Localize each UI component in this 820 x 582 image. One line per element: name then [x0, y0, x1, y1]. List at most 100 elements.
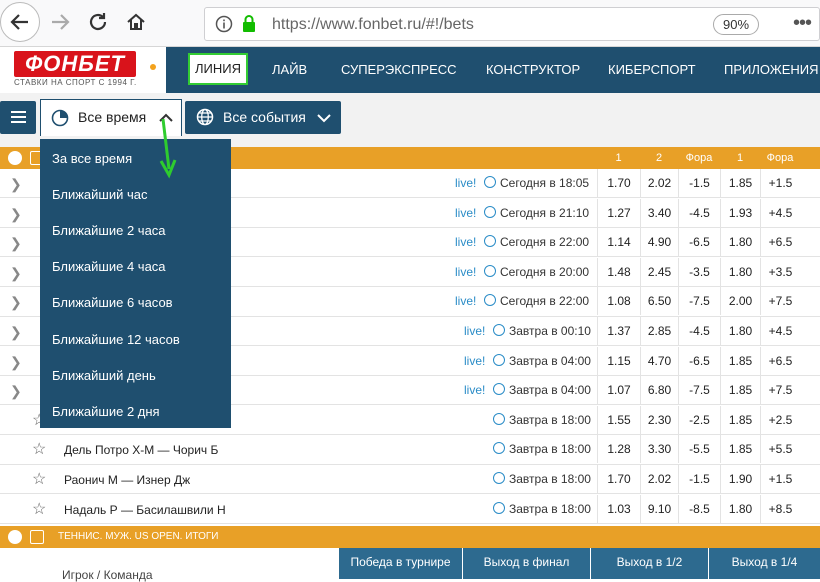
- chevron-right-icon[interactable]: ❯: [10, 265, 22, 282]
- address-bar[interactable]: https://www.fonbet.ru/#!/bets 90% •••: [204, 7, 820, 41]
- nav-live[interactable]: ЛАЙВ: [272, 47, 307, 93]
- odds-cell[interactable]: 6.50: [640, 287, 678, 316]
- star-icon[interactable]: ☆: [32, 499, 46, 519]
- nav-superexpress[interactable]: СУПЕРЭКСПРЕСС: [341, 47, 457, 93]
- odds-cell[interactable]: 2.02: [640, 465, 678, 493]
- odds-cell[interactable]: 4.70: [640, 346, 678, 375]
- odds-cell[interactable]: -1.5: [678, 169, 720, 197]
- odds-cell[interactable]: 4.90: [640, 228, 678, 257]
- odds-cell[interactable]: -1.5: [678, 465, 720, 493]
- odds-cell[interactable]: -8.5: [678, 494, 720, 523]
- odds-cell[interactable]: -3.5: [678, 257, 720, 286]
- odds-cell[interactable]: -5.5: [678, 435, 720, 464]
- event-name[interactable]: Надаль Р — Басилашвили Н: [64, 503, 226, 517]
- odds-cell[interactable]: 1.80: [720, 317, 760, 345]
- odds-cell[interactable]: 1.07: [597, 376, 640, 405]
- odds-cell[interactable]: 2.02: [640, 169, 678, 197]
- odds-cell[interactable]: 1.08: [597, 287, 640, 316]
- time-option-12h[interactable]: Ближайшие 12 часов: [52, 332, 180, 347]
- nav-apps[interactable]: ПРИЛОЖЕНИЯ: [724, 47, 819, 93]
- time-option-1h[interactable]: Ближайший час: [52, 187, 148, 202]
- odds-cell[interactable]: 1.70: [597, 169, 640, 197]
- odds-cell[interactable]: 1.55: [597, 405, 640, 434]
- time-option-4h[interactable]: Ближайшие 4 часа: [52, 259, 166, 274]
- event-name[interactable]: Раонич М — Изнер Дж: [64, 473, 190, 487]
- time-option-2h[interactable]: Ближайшие 2 часа: [52, 223, 166, 238]
- more-dots-icon[interactable]: •••: [793, 12, 812, 35]
- odds-cell[interactable]: 9.10: [640, 494, 678, 523]
- odds-cell[interactable]: 2.30: [640, 405, 678, 434]
- chevron-right-icon[interactable]: ❯: [10, 176, 22, 193]
- odds-cell[interactable]: 1.85: [720, 435, 760, 464]
- odds-cell[interactable]: 1.85: [720, 405, 760, 434]
- odds-cell[interactable]: +7.5: [760, 287, 800, 316]
- time-option-2days[interactable]: Ближайшие 2 дня: [52, 404, 160, 419]
- zoom-indicator[interactable]: 90%: [713, 14, 760, 35]
- odds-cell[interactable]: 2.85: [640, 317, 678, 345]
- nav-line[interactable]: ЛИНИЯ: [188, 53, 248, 85]
- odds-cell[interactable]: 1.93: [720, 198, 760, 227]
- odds-cell[interactable]: -4.5: [678, 198, 720, 227]
- odds-cell[interactable]: +1.5: [760, 465, 800, 493]
- star-icon[interactable]: ☆: [32, 439, 46, 459]
- forward-button[interactable]: [42, 4, 78, 40]
- reload-button[interactable]: [80, 4, 116, 40]
- menu-button[interactable]: [0, 101, 36, 134]
- time-option-all[interactable]: За все время: [52, 151, 132, 166]
- odds-cell[interactable]: +4.5: [760, 198, 800, 227]
- odds-cell[interactable]: +7.5: [760, 376, 800, 405]
- odds-cell[interactable]: 6.80: [640, 376, 678, 405]
- odds-cell[interactable]: 1.37: [597, 317, 640, 345]
- odds-cell[interactable]: -6.5: [678, 346, 720, 375]
- odds-cell[interactable]: 1.80: [720, 494, 760, 523]
- odds-cell[interactable]: 1.85: [720, 169, 760, 197]
- odds-cell[interactable]: 1.85: [720, 376, 760, 405]
- chevron-right-icon[interactable]: ❯: [10, 383, 22, 400]
- nav-constructor[interactable]: КОНСТРУКТОР: [486, 47, 580, 93]
- time-option-6h[interactable]: Ближайшие 6 часов: [52, 295, 173, 310]
- odds-cell[interactable]: +2.5: [760, 405, 800, 434]
- nav-cybersport[interactable]: КИБЕРСПОРТ: [608, 47, 696, 93]
- odds-cell[interactable]: 1.03: [597, 494, 640, 523]
- table-row[interactable]: ☆ Дель Потро Х-М — Чорич Б Завтра в 18:00 1…: [0, 435, 820, 465]
- chevron-right-icon[interactable]: ❯: [10, 206, 22, 223]
- odds-cell[interactable]: 3.40: [640, 198, 678, 227]
- odds-cell[interactable]: -6.5: [678, 228, 720, 257]
- odds-cell[interactable]: +5.5: [760, 435, 800, 464]
- odds-cell[interactable]: +4.5: [760, 317, 800, 345]
- fonbet-logo[interactable]: ФОНБЕТ СТАВКИ НА СПОРТ С 1994 Г.: [0, 47, 166, 93]
- odds-cell[interactable]: 1.15: [597, 346, 640, 375]
- events-filter-dropdown[interactable]: Все события: [185, 101, 341, 134]
- odds-cell[interactable]: 1.80: [720, 257, 760, 286]
- odds-cell[interactable]: 1.14: [597, 228, 640, 257]
- odds-cell[interactable]: +3.5: [760, 257, 800, 286]
- home-button[interactable]: [118, 4, 154, 40]
- chevron-right-icon[interactable]: ❯: [10, 294, 22, 311]
- collapse-icon[interactable]: [30, 530, 44, 544]
- time-option-day[interactable]: Ближайший день: [52, 368, 156, 383]
- odds-cell[interactable]: +1.5: [760, 169, 800, 197]
- odds-cell[interactable]: 1.48: [597, 257, 640, 286]
- odds-cell[interactable]: -4.5: [678, 317, 720, 345]
- star-icon[interactable]: ☆: [32, 469, 46, 489]
- odds-cell[interactable]: 1.27: [597, 198, 640, 227]
- chevron-right-icon[interactable]: ❯: [10, 235, 22, 252]
- odds-cell[interactable]: 1.90: [720, 465, 760, 493]
- odds-cell[interactable]: 2.45: [640, 257, 678, 286]
- chevron-right-icon[interactable]: ❯: [10, 324, 22, 341]
- odds-cell[interactable]: -7.5: [678, 376, 720, 405]
- odds-cell[interactable]: -2.5: [678, 405, 720, 434]
- odds-cell[interactable]: 2.00: [720, 287, 760, 316]
- odds-cell[interactable]: 1.85: [720, 346, 760, 375]
- odds-cell[interactable]: +6.5: [760, 346, 800, 375]
- odds-cell[interactable]: +6.5: [760, 228, 800, 257]
- back-button[interactable]: [0, 2, 40, 42]
- odds-cell[interactable]: 1.80: [720, 228, 760, 257]
- event-name[interactable]: Дель Потро Х-М — Чорич Б: [64, 443, 218, 457]
- odds-cell[interactable]: 1.28: [597, 435, 640, 464]
- table-row[interactable]: ☆ Надаль Р — Басилашвили Н Завтра в 18:00 1…: [0, 494, 820, 524]
- odds-cell[interactable]: 3.30: [640, 435, 678, 464]
- odds-cell[interactable]: +8.5: [760, 494, 800, 523]
- table-row[interactable]: ☆ Раонич М — Изнер Дж Завтра в 18:00 1.70 2.…: [0, 465, 820, 495]
- odds-cell[interactable]: 1.70: [597, 465, 640, 493]
